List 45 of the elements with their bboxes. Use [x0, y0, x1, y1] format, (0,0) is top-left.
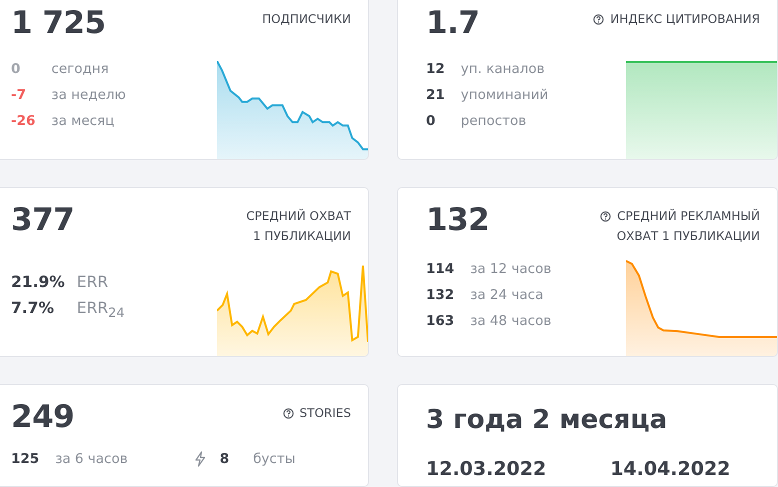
stat-label: за 24 часа [470, 286, 544, 304]
stat-value: 0 [426, 112, 436, 130]
stat-value: 12 [426, 60, 445, 78]
stat-label: ERR [76, 272, 110, 293]
metric-value: 377 [11, 201, 74, 240]
stat-label: репостов [460, 112, 528, 130]
help-icon[interactable] [600, 210, 612, 222]
stat-label: ERR$_{24}$ [76, 298, 125, 324]
metric-value: 132 [426, 201, 490, 240]
metric-value: 1.7 [426, 4, 480, 43]
stat-label: уп. каналов [460, 60, 546, 78]
stat-value: -7 [11, 86, 27, 104]
stat-label: за месяц [51, 112, 116, 130]
stat-label: упоминаний [460, 86, 548, 104]
date-text: 14.04.2022 [610, 458, 730, 480]
stat-value: 0 [11, 60, 22, 78]
card-title: STORIES [300, 405, 351, 422]
card-title: 1 ПУБЛИКАЦИИ [252, 228, 351, 245]
stat-value: -26 [11, 112, 36, 130]
metric-value: 1 725 [11, 4, 106, 43]
stat-label: за 6 часов [55, 451, 128, 467]
stat-value: 21.9% [11, 272, 65, 293]
stat-value: 8 [220, 451, 230, 467]
metric-value: 3 года 2 месяца [425, 404, 668, 437]
stat-label: за неделю [51, 86, 126, 104]
help-icon[interactable] [593, 14, 604, 24]
help-icon[interactable] [282, 408, 294, 418]
stat-value: 163 [426, 312, 454, 330]
card-title: СРЕДНИЙ ОХВАТ [246, 208, 351, 225]
stat-value: 125 [11, 451, 40, 467]
stat-label: за 48 часов [470, 312, 552, 330]
card-title: ПОДПИСЧИКИ [262, 11, 351, 28]
card-title: ИНДЕКС ЦИТИРОВАНИЯ [610, 11, 760, 28]
date-text: 12.03.2022 [426, 458, 546, 480]
lightning-icon [194, 451, 206, 467]
stat-value: 21 [426, 86, 445, 104]
stat-value: 7.7% [11, 298, 55, 319]
stat-label: бусты [253, 451, 296, 467]
stat-label: сегодня [51, 60, 110, 78]
card-title: СРЕДНИЙ РЕКЛАМНЫЙ [617, 208, 760, 225]
stat-value: 132 [426, 286, 454, 304]
stat-label: за 12 часов [470, 260, 552, 278]
metric-value: 249 [11, 398, 74, 437]
stat-value: 114 [426, 260, 454, 278]
card-title: ОХВАТ 1 ПУБЛИКАЦИИ [616, 228, 760, 245]
